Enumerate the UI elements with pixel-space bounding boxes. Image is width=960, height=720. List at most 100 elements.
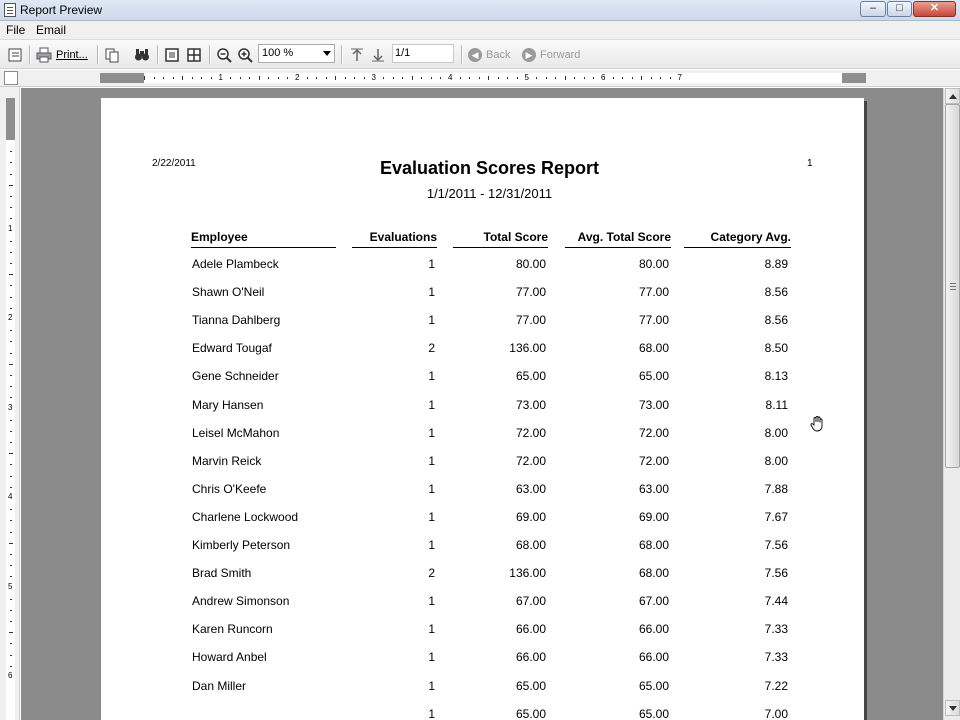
ruler-tick: [9, 374, 12, 376]
grip-line: [950, 286, 956, 287]
cell-evaluations: 1: [428, 706, 435, 720]
table-row: Marvin Reick 1 72.00 72.00 8.00: [101, 454, 864, 476]
ruler-tick: [354, 77, 356, 79]
vertical-scrollbar[interactable]: [943, 88, 960, 720]
ruler-number: 7: [677, 73, 682, 82]
page-up-icon: [351, 48, 363, 61]
chevron-down-icon[interactable]: [323, 51, 331, 56]
cell-employee: Andrew Simonson: [192, 594, 290, 609]
ruler-tick: [344, 77, 346, 79]
single-page-icon: [165, 47, 179, 62]
ruler-tick: [9, 553, 12, 555]
ruler-number: 4: [448, 73, 453, 82]
table-row: Tianna Dahlberg 1 77.00 77.00 8.56: [101, 313, 864, 335]
cell-total-score: 65.00: [515, 369, 546, 384]
ruler-number: 6: [8, 671, 13, 680]
chevron-up-icon: [949, 94, 957, 99]
ruler-tick: [402, 77, 404, 79]
print-button[interactable]: Print...: [36, 45, 88, 64]
ruler-tick: [249, 77, 251, 79]
ruler-tick: [622, 77, 624, 79]
ruler-number: 1: [8, 223, 13, 233]
cell-employee: Chris O'Keefe: [192, 481, 267, 496]
cell-avg-total-score: 69.00: [638, 509, 669, 524]
zoom-out-button[interactable]: [216, 45, 232, 64]
cell-avg-total-score: 66.00: [638, 650, 669, 665]
menu-email[interactable]: Email: [36, 23, 66, 37]
next-page-button[interactable]: [370, 45, 386, 64]
page-number-input[interactable]: 1/1: [392, 44, 454, 63]
forward-button[interactable]: ▶ Forward: [522, 45, 580, 64]
minimize-button[interactable]: –: [860, 1, 886, 17]
ruler-tick: [9, 665, 12, 667]
report-date-range: 1/1/2011 - 12/31/2011: [426, 186, 553, 201]
ruler-tick: [9, 509, 12, 511]
ruler-tick: [9, 251, 12, 253]
ruler-top-margin[interactable]: [6, 98, 15, 140]
ruler-tick: [9, 598, 12, 600]
cell-total-score: 66.00: [515, 622, 546, 637]
ruler-tick: [8, 363, 13, 365]
cell-total-score: 68.00: [515, 538, 546, 552]
cell-evaluations: 1: [428, 678, 435, 693]
copy-button[interactable]: [104, 45, 120, 64]
cell-avg-total-score: 67.00: [638, 594, 669, 609]
cell-avg-total-score: 65.00: [638, 678, 669, 693]
ruler-tick: [8, 184, 13, 186]
ruler-tick: [287, 77, 289, 79]
single-page-button[interactable]: [164, 45, 180, 64]
cell-employee: Gene Schneider: [192, 369, 279, 384]
cell-evaluations: 2: [428, 566, 435, 581]
ruler-tick: [9, 475, 12, 477]
ruler-tick: [9, 151, 12, 153]
cell-category-avg: 7.56: [764, 538, 788, 552]
menu-file[interactable]: File: [6, 23, 25, 37]
ruler-tick: [9, 352, 12, 354]
ruler-tick: [9, 307, 12, 309]
scrollbar-thumb[interactable]: [945, 104, 960, 468]
ruler-right-margin[interactable]: [842, 73, 866, 83]
cell-avg-total-score: 66.00: [638, 622, 669, 637]
scroll-up-button[interactable]: [945, 88, 960, 104]
table-of-contents-button[interactable]: [7, 45, 23, 64]
table-row: Edward Tougaf 2 136.00 68.00 8.50: [101, 341, 864, 363]
ruler-tick: [144, 76, 145, 80]
ruler-tick: [545, 77, 547, 79]
cell-total-score: 66.00: [515, 650, 546, 665]
chevron-down-icon: [949, 706, 957, 711]
cell-category-avg: 8.56: [764, 285, 788, 300]
preview-area[interactable]: 2/22/2011 Evaluation Scores Report 1 1/1…: [21, 88, 943, 720]
maximize-button[interactable]: □: [887, 1, 912, 17]
close-button[interactable]: ✕: [913, 1, 956, 17]
zoom-select[interactable]: 100 %: [258, 44, 335, 63]
ruler-tick: [660, 77, 662, 79]
cell-total-score: 65.00: [515, 706, 546, 720]
ruler-left-margin[interactable]: [100, 73, 144, 83]
zoom-in-button[interactable]: [237, 45, 253, 64]
table-of-contents-icon: [8, 48, 22, 61]
cell-employee: Howard Anbel: [192, 650, 267, 665]
previous-page-button[interactable]: [349, 45, 365, 64]
toolbar-separator: [157, 45, 158, 64]
cell-avg-total-score: 72.00: [638, 425, 669, 440]
table-row: 1 65.00 65.00 7.00: [101, 707, 864, 720]
title-bar: Report Preview – □ ✕: [0, 0, 960, 21]
ruler-tick: [182, 76, 184, 80]
ruler-tick: [430, 77, 432, 79]
scroll-down-button[interactable]: [945, 700, 960, 716]
zoom-out-icon: [217, 47, 232, 63]
cell-evaluations: 1: [428, 313, 435, 328]
find-button[interactable]: [134, 45, 150, 64]
ruler-tick: [574, 77, 576, 79]
cell-total-score: 72.00: [515, 453, 546, 468]
cell-category-avg: 7.33: [764, 650, 788, 665]
cell-evaluations: 2: [428, 341, 435, 356]
multi-page-button[interactable]: [186, 45, 202, 64]
ruler-number: 4: [8, 492, 13, 501]
cell-employee: Kimberly Peterson: [192, 538, 291, 552]
ruler-tick: [163, 77, 165, 79]
back-button[interactable]: ◀ Back: [468, 45, 510, 64]
column-header-evaluations: Evaluations: [352, 230, 437, 248]
cell-total-score: 65.00: [515, 678, 546, 693]
grip-line: [950, 289, 956, 290]
